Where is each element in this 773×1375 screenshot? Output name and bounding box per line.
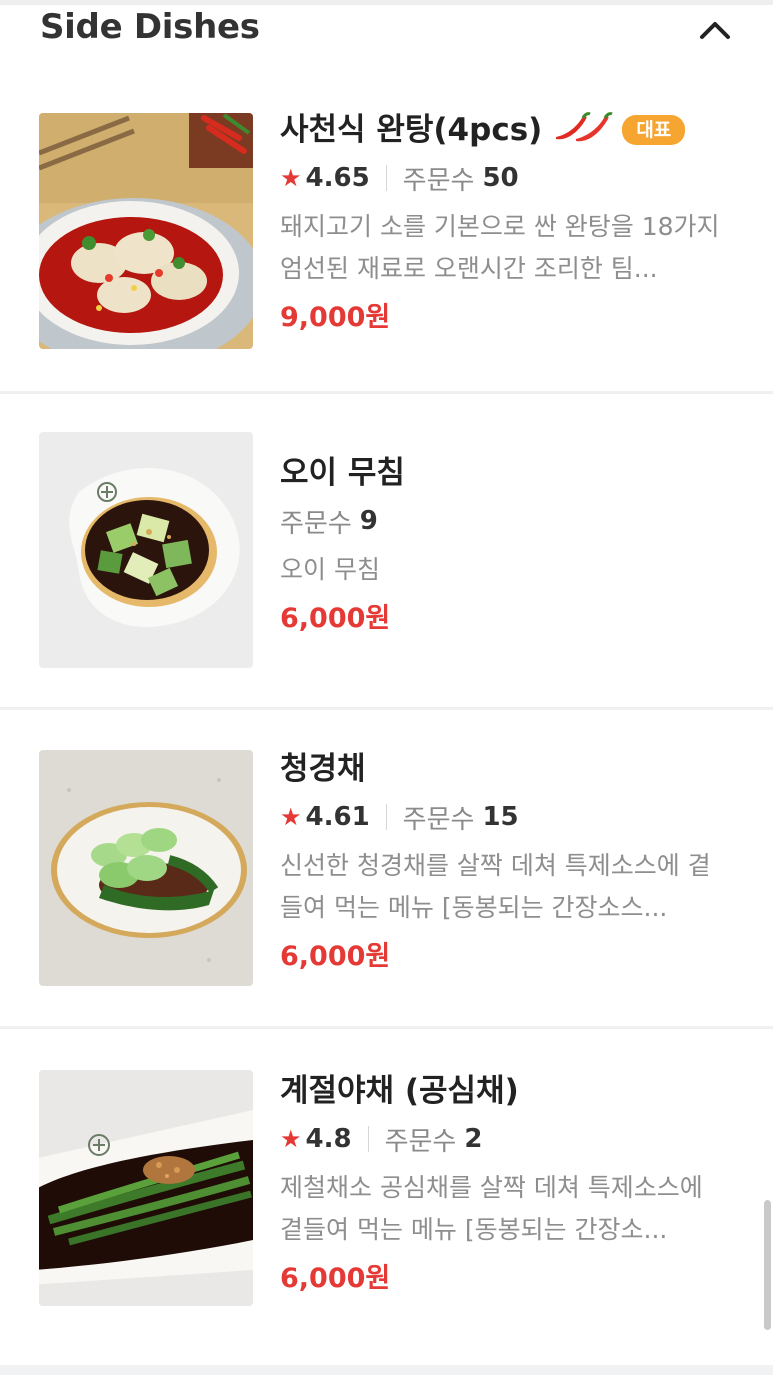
menu-item-name: 오이 무침 — [280, 455, 405, 491]
menu-item-image — [39, 113, 253, 349]
meta-divider — [367, 1126, 369, 1152]
orders-label: 주문수 — [384, 1126, 457, 1157]
section-title: Side Dishes — [40, 7, 260, 47]
collapse-button[interactable] — [692, 7, 738, 53]
menu-item-description: 오이 무침 — [280, 555, 380, 584]
star-icon: ★ — [280, 1125, 302, 1153]
menu-item-name: 청경채 — [280, 751, 366, 787]
orders-count: 9 — [359, 506, 378, 536]
section-header[interactable]: Side Dishes — [0, 5, 773, 65]
orders-label: 주문수 — [402, 804, 475, 835]
orders-label: 주문수 — [402, 165, 475, 196]
menu-item-price: 9,000원 — [280, 302, 391, 333]
item-divider — [0, 391, 773, 394]
orders-count: 15 — [482, 802, 519, 832]
signature-badge: 대표 — [622, 115, 686, 145]
menu-item-meta: 주문수 9 — [280, 501, 740, 541]
item-divider — [0, 707, 773, 710]
scrollbar[interactable] — [764, 1200, 771, 1330]
menu-item-price: 6,000원 — [280, 1263, 391, 1294]
chevron-up-icon — [700, 22, 730, 39]
rating-value: 4.65 — [305, 163, 370, 193]
menu-item-meta: ★ 4.65 주문수 50 — [280, 158, 740, 198]
rating-value: 4.61 — [305, 802, 370, 832]
menu-item-meta: ★ 4.8 주문수 2 — [280, 1119, 740, 1159]
rating-value: 4.8 — [305, 1124, 352, 1154]
meta-divider — [385, 804, 387, 830]
menu-item-image — [39, 432, 253, 668]
chili-pepper-icon — [552, 111, 614, 149]
star-icon: ★ — [280, 164, 302, 192]
menu-item-image — [39, 1070, 253, 1306]
orders-label: 주문수 — [280, 508, 352, 539]
star-icon: ★ — [280, 803, 302, 831]
menu-item-description: 신선한 청경채를 살짝 데쳐 특제소스에 곁들여 먹는 메뉴 [동봉되는 간장소… — [280, 851, 711, 922]
orders-count: 2 — [464, 1124, 483, 1154]
menu-item-name: 사천식 완탕(4pcs) — [280, 112, 543, 148]
bottom-divider — [0, 1365, 773, 1375]
menu-item-description: 돼지고기 소를 기본으로 싼 완탕을 18가지 엄선된 재료로 오랜시간 조리한… — [280, 212, 720, 283]
menu-item-name: 계절야채 (공심채) — [280, 1073, 519, 1109]
item-divider — [0, 1026, 773, 1029]
menu-page: Side Dishes 사천식 완탕(4pcs) 대표 ★ 4.65 주문수 5… — [0, 0, 773, 1375]
menu-item-description: 제철채소 공심채를 살짝 데쳐 특제소스에 곁들여 먹는 메뉴 [동봉되는 간장… — [280, 1173, 703, 1244]
menu-item-meta: ★ 4.61 주문수 15 — [280, 797, 740, 837]
meta-divider — [385, 165, 387, 191]
menu-item-image — [39, 750, 253, 986]
orders-count: 50 — [482, 163, 519, 193]
menu-item-price: 6,000원 — [280, 603, 391, 634]
menu-item-price: 6,000원 — [280, 941, 391, 972]
